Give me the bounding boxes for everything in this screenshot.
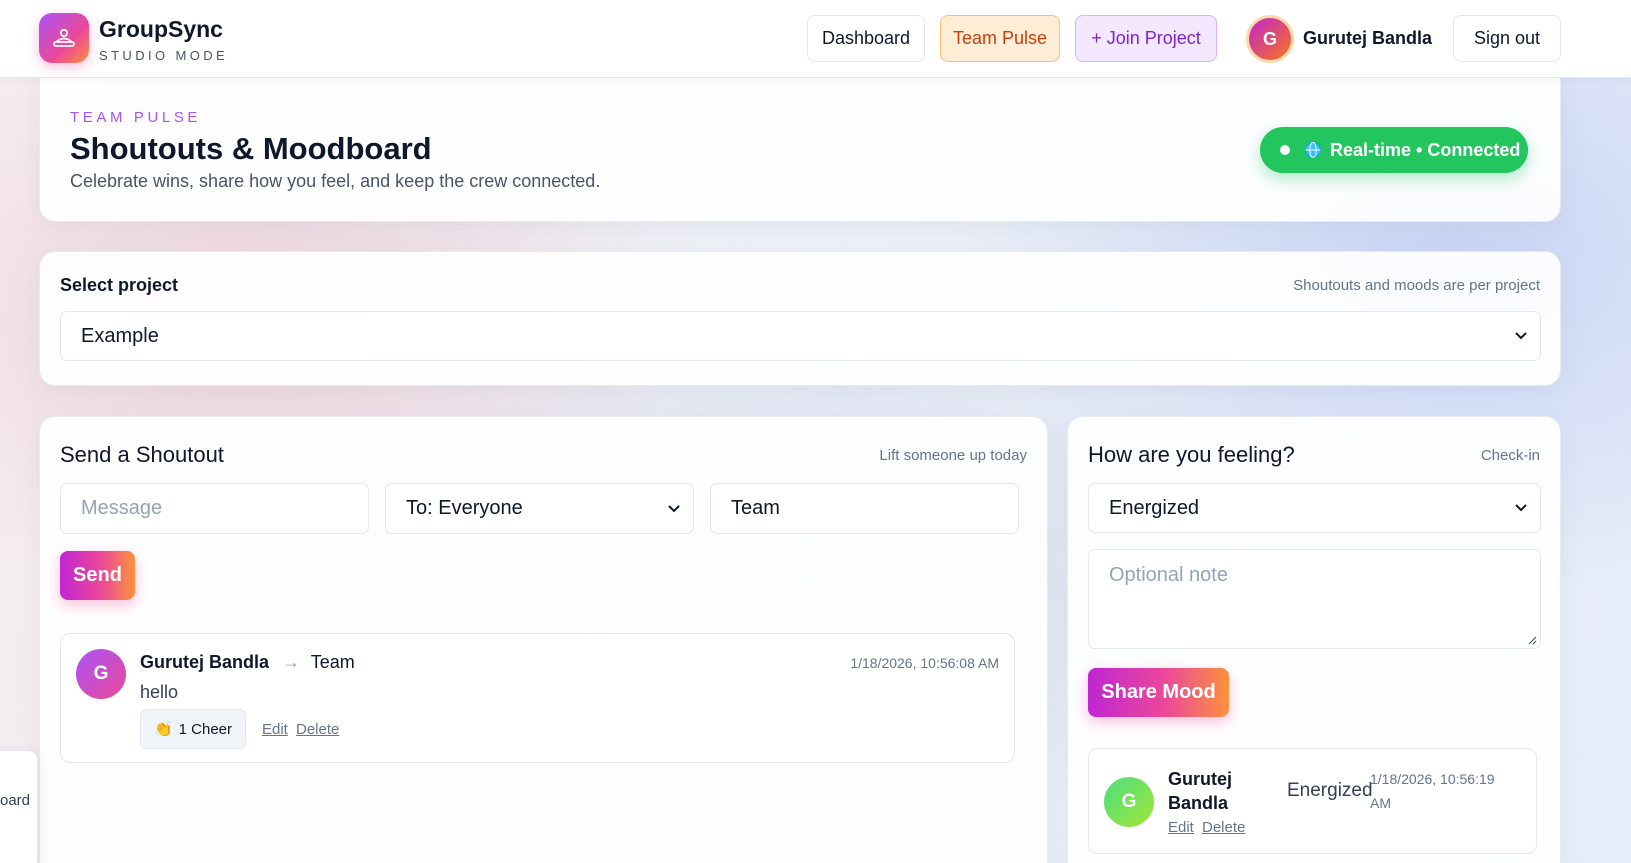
recipient-value: To: Everyone — [406, 497, 523, 519]
mood-title: How are you feeling? — [1088, 442, 1295, 467]
hero-card: TEAM PULSE Shoutouts & Moodboard Celebra… — [39, 70, 1561, 222]
project-select-label: Select project — [60, 275, 179, 295]
brand-subtitle: STUDIO MODE — [99, 48, 229, 63]
connection-status-text: Real-time • Connected — [1330, 139, 1521, 160]
post-author-avatar: G — [76, 649, 126, 699]
chevron-down-icon — [668, 504, 680, 512]
message-placeholder: Message — [81, 497, 163, 519]
mood-author-avatar: G — [1104, 777, 1154, 827]
nav-join-project-button[interactable]: + Join Project — [1075, 15, 1217, 62]
nav-team-pulse-button[interactable]: Team Pulse — [940, 15, 1060, 62]
mood-timestamp-date: 1/18/2026, 10:56:19 — [1370, 771, 1495, 787]
cheer-count-label: 1 Cheer — [178, 720, 233, 738]
mood-card: How are you feeling? Check-in Energized … — [1067, 416, 1561, 863]
mood-author-last: Bandla — [1168, 793, 1229, 813]
post-target: Team — [310, 652, 355, 672]
shoutout-hint: Lift someone up today — [879, 447, 1027, 464]
mood-note-textarea[interactable]: Optional note — [1088, 549, 1541, 649]
page-description: Celebrate wins, share how you feel, and … — [70, 171, 601, 191]
nav-dashboard-button[interactable]: Dashboard — [807, 15, 925, 62]
shoutout-recipient-select[interactable]: To: Everyone — [385, 483, 694, 534]
resize-handle-icon[interactable] — [1527, 635, 1537, 645]
shoutout-team-input[interactable]: Team — [710, 483, 1019, 534]
mood-author-first: Gurutej — [1168, 769, 1233, 789]
shoutout-post: G Gurutej Bandla → Team 1/18/2026, 10:56… — [60, 633, 1015, 763]
user-avatar[interactable]: G — [1246, 15, 1294, 63]
globe-icon — [1305, 142, 1321, 158]
project-select[interactable]: Example — [60, 311, 1541, 361]
post-timestamp: 1/18/2026, 10:56:08 AM — [850, 655, 999, 671]
shoutout-card: Send a Shoutout Lift someone up today Me… — [39, 416, 1048, 863]
post-header: Gurutej Bandla → Team — [140, 652, 355, 673]
share-mood-button[interactable]: Share Mood — [1088, 668, 1229, 717]
clapping-hands-icon: 👏 — [153, 721, 173, 738]
project-select-hint: Shoutouts and moods are per project — [1293, 277, 1540, 294]
user-name: Gurutej Bandla — [1303, 28, 1433, 48]
sign-out-button[interactable]: Sign out — [1453, 15, 1561, 62]
brand-name: GroupSync — [99, 16, 223, 42]
post-message: hello — [140, 682, 179, 702]
cheer-button[interactable]: 👏 1 Cheer — [140, 709, 246, 749]
mood-select[interactable]: Energized — [1088, 483, 1541, 533]
delete-mood-link[interactable]: Delete — [1202, 819, 1245, 836]
side-panel-label: oard — [0, 792, 31, 809]
mood-value: Energized — [1287, 780, 1373, 801]
note-placeholder: Optional note — [1109, 564, 1228, 586]
hero-eyebrow: TEAM PULSE — [70, 109, 202, 126]
connection-status-badge: Real-time • Connected — [1260, 127, 1528, 173]
brand-logo[interactable] — [39, 13, 89, 63]
shoutout-message-input[interactable]: Message — [60, 483, 369, 534]
mood-hint: Check-in — [1480, 447, 1540, 464]
shoutout-title: Send a Shoutout — [60, 442, 224, 467]
status-dot-icon — [1280, 145, 1290, 155]
edit-mood-link[interactable]: Edit — [1168, 819, 1194, 836]
team-value: Team — [731, 497, 780, 519]
mood-timestamp-ampm: AM — [1370, 795, 1391, 811]
mood-timestamp: 1/18/2026, 10:56:19 AM — [1370, 767, 1495, 815]
send-shoutout-button[interactable]: Send — [60, 551, 135, 600]
mood-entry: G Gurutej Bandla Energized 1/18/2026, 10… — [1088, 748, 1537, 854]
arrow-right-icon: → — [282, 652, 301, 672]
chevron-down-icon — [1515, 504, 1527, 512]
post-author: Gurutej Bandla — [140, 652, 270, 672]
top-navbar: GroupSync STUDIO MODE Dashboard Team Pul… — [0, 0, 1631, 78]
chevron-down-icon — [1515, 332, 1527, 340]
mood-author: Gurutej Bandla — [1168, 767, 1232, 815]
edit-post-link[interactable]: Edit — [262, 721, 288, 738]
group-icon — [53, 28, 75, 47]
page-title: Shoutouts & Moodboard — [70, 131, 432, 166]
project-select-value: Example — [81, 324, 159, 347]
delete-post-link[interactable]: Delete — [296, 721, 339, 738]
mood-select-value: Energized — [1109, 496, 1200, 519]
project-select-card: Select project Shoutouts and moods are p… — [39, 251, 1561, 386]
